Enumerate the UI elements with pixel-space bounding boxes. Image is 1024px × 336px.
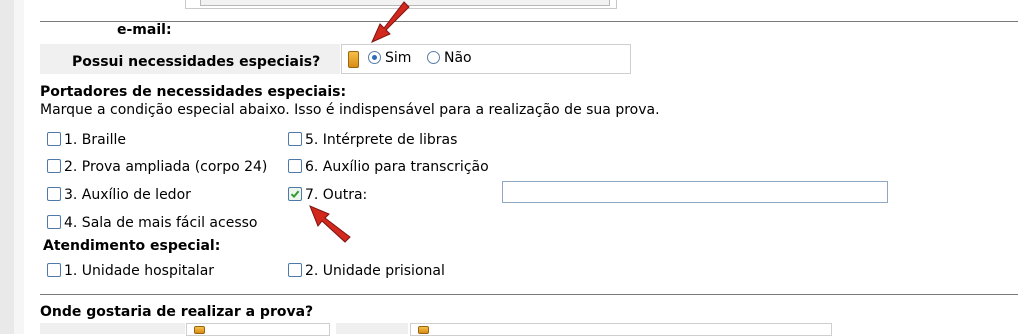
checkbox-outra-label: 7. Outra: xyxy=(305,187,368,203)
checkbox-braille[interactable] xyxy=(47,132,61,146)
checkbox-interprete-libras-label: 5. Intérprete de libras xyxy=(305,132,458,148)
location-label-cell-2 xyxy=(336,323,408,334)
checkbox-auxilio-transcricao[interactable] xyxy=(288,159,302,173)
special-service-title: Atendimento especial: xyxy=(43,238,221,254)
checkbox-sala-acesso-label: 4. Sala de mais fácil acesso xyxy=(64,215,258,231)
pencil-icon xyxy=(348,51,359,68)
radio-nao[interactable] xyxy=(427,51,440,64)
radio-sim-label: Sim xyxy=(385,50,412,66)
checkbox-sala-acesso[interactable] xyxy=(47,215,61,229)
checkbox-unidade-hospitalar[interactable] xyxy=(47,263,61,277)
checkbox-unidade-prisional-label: 2. Unidade prisional xyxy=(305,263,445,279)
left-scroll-gutter xyxy=(0,0,15,334)
section-divider-bottom xyxy=(40,294,1018,295)
radio-nao-label: Não xyxy=(444,50,472,66)
top-input-field[interactable] xyxy=(200,0,610,6)
checkbox-prova-ampliada-label: 2. Prova ampliada (corpo 24) xyxy=(64,159,268,175)
checkbox-auxilio-ledor[interactable] xyxy=(47,187,61,201)
checkbox-interprete-libras[interactable] xyxy=(288,132,302,146)
location-field-cell-1[interactable] xyxy=(186,323,330,336)
location-field-cell-2[interactable] xyxy=(410,323,832,336)
carriers-instruction: Marque a condição especial abaixo. Isso … xyxy=(40,102,660,118)
checkbox-unidade-prisional[interactable] xyxy=(288,263,302,277)
radio-sim[interactable] xyxy=(368,51,381,64)
email-label: e-mail: xyxy=(117,22,172,38)
special-needs-question: Possui necessidades especiais? xyxy=(72,54,321,70)
location-label-cell xyxy=(40,323,185,334)
checkbox-braille-label: 1. Braille xyxy=(64,132,127,148)
checkmark-icon xyxy=(290,190,300,199)
pencil-icon xyxy=(194,326,205,334)
checkbox-auxilio-ledor-label: 3. Auxílio de ledor xyxy=(64,187,191,203)
checkbox-unidade-hospitalar-label: 1. Unidade hospitalar xyxy=(64,263,215,279)
checkbox-outra[interactable] xyxy=(288,187,302,201)
checkbox-prova-ampliada[interactable] xyxy=(47,159,61,173)
carriers-title: Portadores de necessidades especiais: xyxy=(40,84,347,100)
left-margin xyxy=(14,0,24,334)
pencil-icon xyxy=(418,326,429,334)
location-title: Onde gostaria de realizar a prova? xyxy=(40,304,314,320)
outra-text-input[interactable] xyxy=(502,181,888,203)
checkbox-auxilio-transcricao-label: 6. Auxílio para transcrição xyxy=(305,159,489,175)
section-divider xyxy=(40,21,1018,22)
